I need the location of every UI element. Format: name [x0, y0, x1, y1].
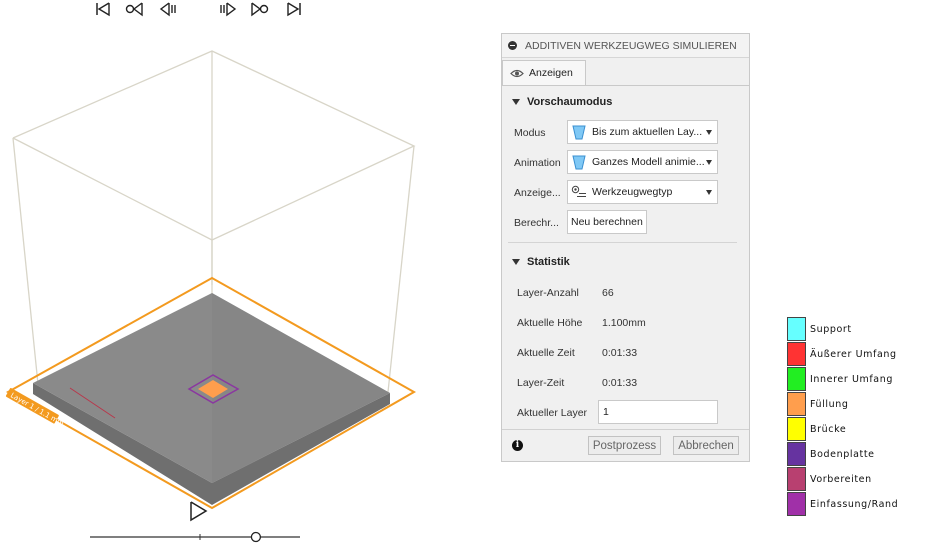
panel-footer: i Postprozess Abbrechen [502, 429, 749, 461]
section-preview-mode-label: Vorschaumodus [527, 96, 613, 108]
legend-swatch [787, 317, 806, 341]
3d-viewport[interactable]: Layer 1 / 1.1 mm [0, 0, 490, 548]
panel-header: ADDITIVEN WERKZEUGWEG SIMULIEREN [502, 34, 749, 58]
compute-label: Berechr... [514, 217, 559, 229]
step-back-multiple-icon[interactable] [125, 0, 143, 18]
layer-cup-icon [572, 125, 586, 139]
legend-item-infill: Füllung [787, 392, 849, 416]
animation-value: Ganzes Modell animie... [592, 156, 705, 168]
display-value: Werkzeugwegtyp [592, 186, 673, 198]
animation-label: Animation [514, 157, 561, 169]
step-back-icon[interactable] [159, 0, 177, 18]
current-layer-input[interactable]: 1 [598, 400, 718, 424]
step-forward-multiple-icon[interactable] [251, 0, 269, 18]
mode-dropdown[interactable]: Bis zum aktuellen Lay... [567, 120, 718, 144]
legend-swatch [787, 467, 806, 491]
layer-cup-icon [572, 155, 586, 169]
mode-label: Modus [514, 127, 546, 139]
stat-current-time-label: Aktuelle Zeit [517, 347, 575, 359]
legend-item-prepare: Vorbereiten [787, 467, 872, 491]
stat-current-height-value: 1.100mm [602, 317, 646, 329]
legend-swatch [787, 442, 806, 466]
legend-item-raft: Bodenplatte [787, 442, 875, 466]
stat-current-time-value: 0:01:33 [602, 347, 638, 359]
tab-anzeigen[interactable]: Anzeigen [502, 60, 586, 85]
legend-item-outer-perimeter: Äußerer Umfang [787, 342, 897, 366]
info-icon[interactable]: i [512, 440, 523, 451]
recompute-button[interactable]: Neu berechnen [567, 210, 647, 234]
legend-item-skirt-brim: Einfassung/Rand [787, 492, 898, 516]
play-icon[interactable] [188, 500, 208, 522]
simulate-toolpath-panel: ADDITIVEN WERKZEUGWEG SIMULIEREN Anzeige… [501, 33, 750, 462]
eye-icon [510, 69, 524, 77]
legend-swatch [787, 417, 806, 441]
postprocess-button[interactable]: Postprozess [588, 436, 661, 455]
legend-swatch [787, 367, 806, 391]
step-forward-icon[interactable] [219, 0, 237, 18]
section-statistics[interactable]: Statistik [512, 256, 570, 268]
legend-item-bridge: Brücke [787, 417, 846, 441]
stat-layer-time-label: Layer-Zeit [517, 377, 565, 389]
build-volume-scene[interactable]: Layer 1 / 1.1 mm [0, 0, 490, 548]
dropdown-arrow-icon [706, 189, 712, 195]
legend-swatch [787, 492, 806, 516]
display-label: Anzeige... [514, 187, 561, 199]
section-statistics-label: Statistik [527, 256, 570, 268]
animation-dropdown[interactable]: Ganzes Modell animie... [567, 150, 718, 174]
dropdown-arrow-icon [706, 159, 712, 165]
legend-swatch [787, 392, 806, 416]
stat-layer-count-value: 66 [602, 287, 614, 299]
display-dropdown[interactable]: Werkzeugwegtyp [567, 180, 718, 204]
timeline-slider-thumb [250, 531, 262, 543]
skip-to-start-icon[interactable] [95, 0, 113, 18]
panel-title: ADDITIVEN WERKZEUGWEG SIMULIEREN [525, 39, 737, 52]
skip-to-end-icon[interactable] [284, 0, 302, 18]
timeline-slider[interactable] [90, 528, 320, 544]
dropdown-arrow-icon [706, 129, 712, 135]
legend-swatch [787, 342, 806, 366]
legend-item-support: Support [787, 317, 852, 341]
stat-layer-time-value: 0:01:33 [602, 377, 638, 389]
legend-item-inner-perimeter: Innerer Umfang [787, 367, 893, 391]
stat-layer-count-label: Layer-Anzahl [517, 287, 579, 299]
section-divider [508, 242, 737, 243]
section-preview-mode[interactable]: Vorschaumodus [512, 96, 612, 108]
current-layer-label: Aktueller Layer [517, 407, 588, 419]
collapse-triangle-icon [512, 99, 520, 105]
tab-label: Anzeigen [529, 67, 573, 79]
collapse-panel-icon[interactable] [508, 41, 517, 50]
tab-bar: Anzeigen [502, 58, 749, 86]
cancel-button[interactable]: Abbrechen [673, 436, 739, 455]
stat-current-height-label: Aktuelle Höhe [517, 317, 583, 329]
toolpath-type-icon [571, 185, 586, 197]
collapse-triangle-icon [512, 259, 520, 265]
mode-value: Bis zum aktuellen Lay... [592, 126, 703, 138]
